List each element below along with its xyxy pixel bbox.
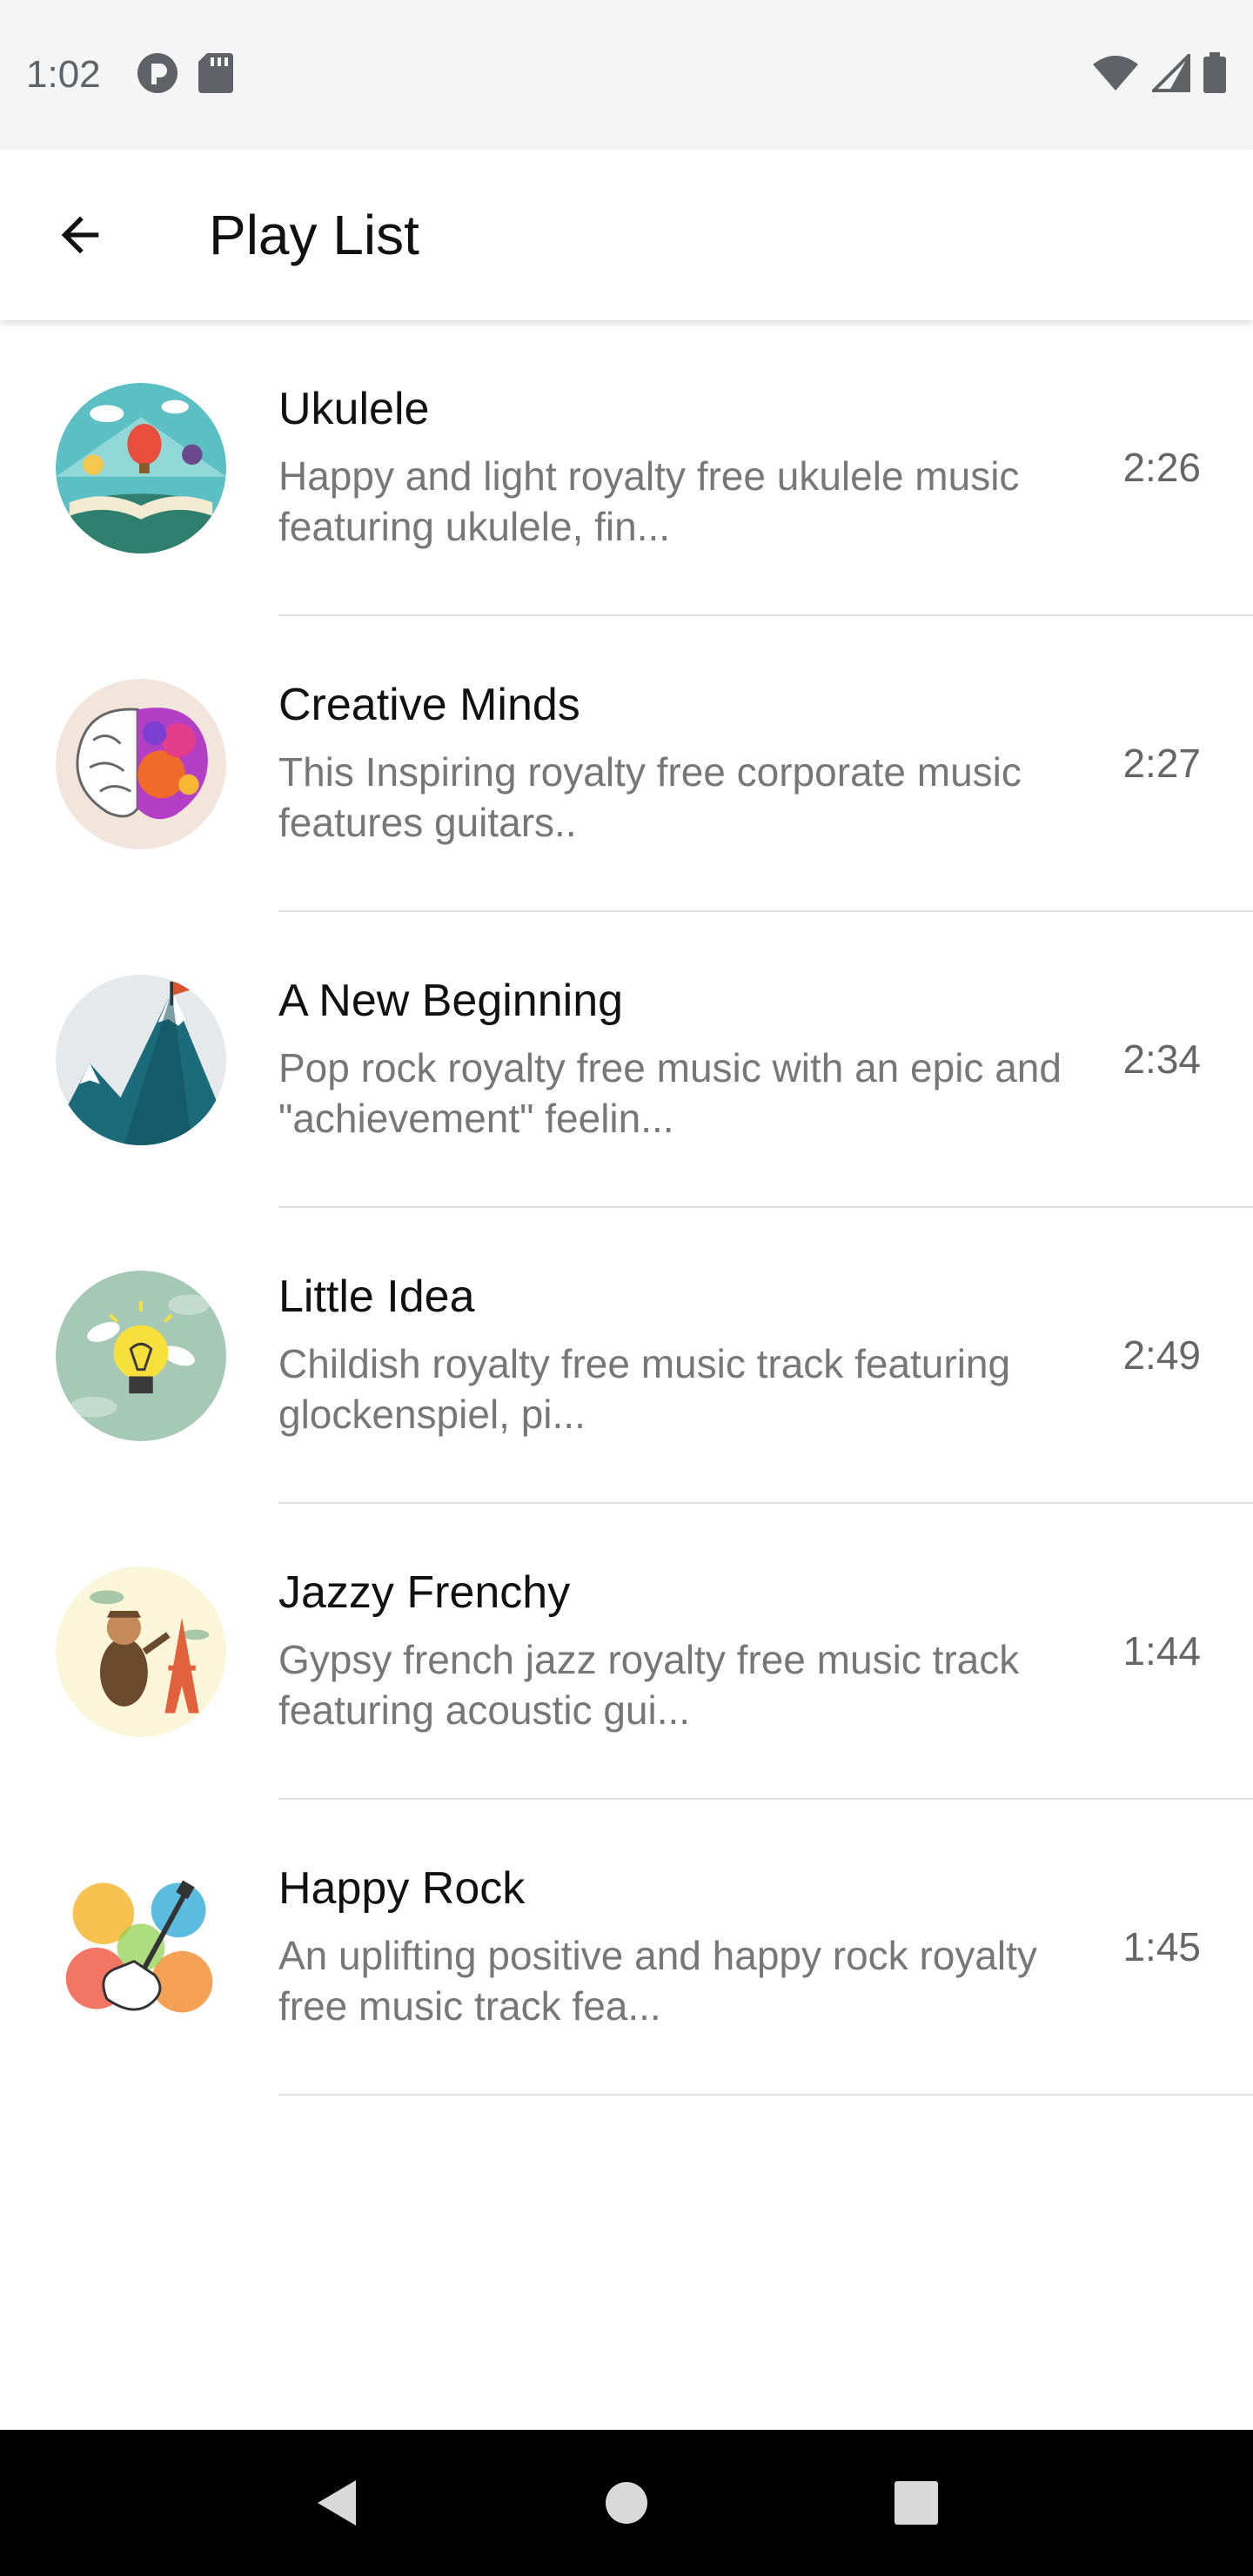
track-duration: 2:26 [1122,445,1201,490]
track-title: A New Beginning [278,976,624,1026]
navigation-bar [0,2430,1253,2576]
track-item-happy-rock[interactable]: Happy Rock An uplifting positive and hap… [0,1800,1253,2096]
back-button[interactable] [31,186,129,284]
jazzy-frenchy-artwork [56,1566,226,1737]
little-idea-artwork [56,1271,226,1441]
creative-minds-artwork [56,679,226,849]
status-bar: 1:02 [0,0,1253,150]
track-duration: 2:27 [1122,741,1201,786]
app-bar: Play List [0,150,1253,320]
track-item-little-idea[interactable]: Little Idea Childish royalty free music … [0,1208,1253,1504]
track-title: Happy Rock [278,1863,526,1914]
wifi-icon [1091,54,1140,97]
track-description: This Inspiring royalty free corporate mu… [278,749,1022,845]
track-duration: 1:44 [1122,1628,1201,1674]
back-triangle-icon [317,2480,356,2526]
track-item-ukulele[interactable]: Ukulele Happy and light royalty free uku… [0,320,1253,616]
nav-back-button[interactable] [293,2459,380,2546]
track-duration: 2:49 [1122,1332,1201,1378]
track-title: Little Idea [278,1271,475,1322]
app-notification-icon [136,51,179,99]
battery-icon [1203,51,1227,98]
track-duration: 2:34 [1122,1036,1201,1082]
recents-square-icon [895,2481,939,2525]
track-description: Happy and light royalty free ukulele mus… [278,453,1020,549]
sd-card-icon [198,52,233,97]
status-time: 1:02 [26,53,101,96]
track-title: Ukulele [278,384,430,434]
new-beginning-artwork [56,975,226,1145]
status-right-icons [1091,50,1227,98]
track-item-jazzy-frenchy[interactable]: Jazzy Frenchy Gypsy french jazz royalty … [0,1504,1253,1800]
track-description: Childish royalty free music track featur… [278,1341,1011,1437]
page-title: Play List [209,204,419,266]
track-title: Creative Minds [278,680,580,730]
track-title: Jazzy Frenchy [278,1567,571,1618]
track-description: An uplifting positive and happy rock roy… [278,1933,1037,2029]
track-duration: 1:45 [1122,1924,1201,1969]
home-circle-icon [605,2482,647,2524]
status-left-icons [136,51,233,99]
screen: 1:02 Play List Ukulele Happy and light r… [0,0,1253,2576]
arrow-back-icon [61,216,99,254]
nav-home-button[interactable] [583,2459,670,2546]
track-item-a-new-beginning[interactable]: A New Beginning Pop rock royalty free mu… [0,912,1253,1208]
track-description: Pop rock royalty free music with an epic… [278,1045,1062,1141]
track-description: Gypsy french jazz royalty free music tra… [278,1637,1020,1733]
track-item-creative-minds[interactable]: Creative Minds This Inspiring royalty fr… [0,616,1253,912]
divider [278,2094,1253,2096]
playlist: Ukulele Happy and light royalty free uku… [0,320,1253,2096]
happy-rock-artwork [56,1862,226,2033]
nav-recents-button[interactable] [873,2459,960,2546]
ukulele-artwork [56,383,226,553]
cell-signal-icon [1149,50,1190,97]
